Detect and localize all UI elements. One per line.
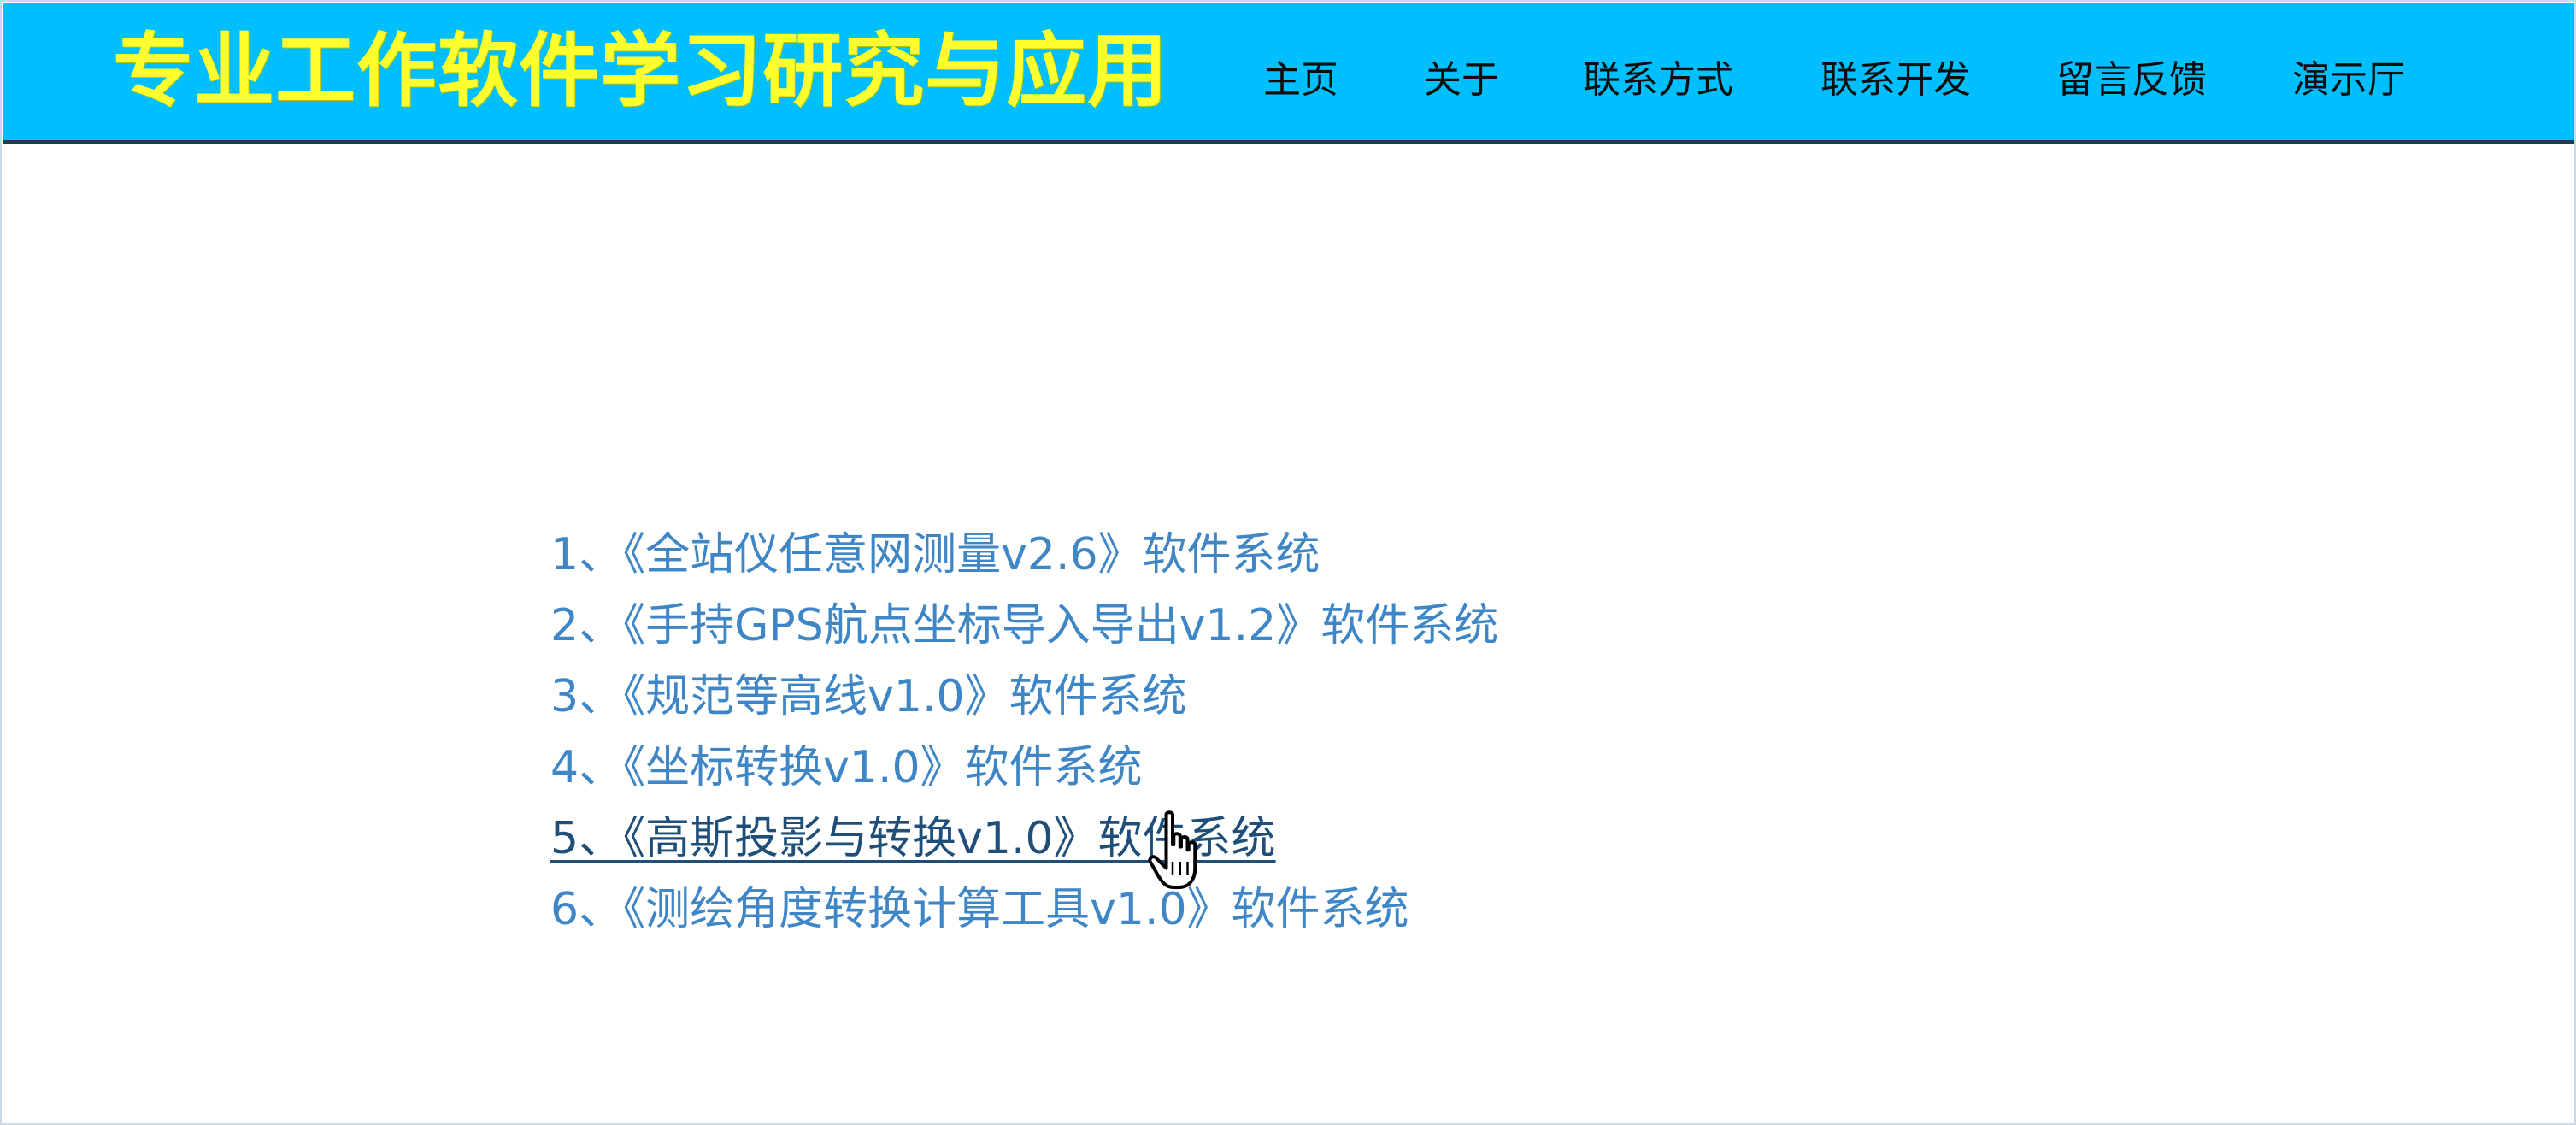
software-link-4[interactable]: 4、《坐标转换v1.0》软件系统 [550,742,1143,793]
software-link-5[interactable]: 5、《高斯投影与转换v1.0》软件系统 [550,813,1276,864]
list-item: 1、《全站仪任意网测量v2.6》软件系统 [550,520,1498,591]
software-link-2[interactable]: 2、《手持GPS航点坐标导入导出v1.2》软件系统 [550,600,1498,651]
page-frame: 专业工作软件学习研究与应用 主页 关于 联系方式 联系开发 留言反馈 演示厅 1… [0,0,2576,1125]
software-link-3[interactable]: 3、《规范等高线v1.0》软件系统 [550,671,1187,722]
site-title: 专业工作软件学习研究与应用 [113,25,1169,118]
software-link-1[interactable]: 1、《全站仪任意网测量v2.6》软件系统 [550,529,1320,580]
nav-showroom[interactable]: 演示厅 [2292,49,2405,103]
nav-feedback[interactable]: 留言反馈 [2056,49,2207,103]
nav-about[interactable]: 关于 [1424,49,1499,103]
list-item: 3、《规范等高线v1.0》软件系统 [550,662,1498,733]
list-item: 6、《测绘角度转换计算工具v1.0》软件系统 [550,875,1498,945]
nav-contact[interactable]: 联系方式 [1583,49,1733,103]
nav-home[interactable]: 主页 [1263,49,1338,103]
software-list: 1、《全站仪任意网测量v2.6》软件系统 2、《手持GPS航点坐标导入导出v1.… [550,520,1498,945]
list-item: 2、《手持GPS航点坐标导入导出v1.2》软件系统 [550,591,1498,662]
list-item: 5、《高斯投影与转换v1.0》软件系统 [550,804,1498,875]
software-link-6[interactable]: 6、《测绘角度转换计算工具v1.0》软件系统 [550,884,1409,935]
site-header: 专业工作软件学习研究与应用 主页 关于 联系方式 联系开发 留言反馈 演示厅 [3,3,2574,144]
list-item: 4、《坐标转换v1.0》软件系统 [550,733,1498,804]
nav-contact-developer[interactable]: 联系开发 [1820,49,1971,103]
